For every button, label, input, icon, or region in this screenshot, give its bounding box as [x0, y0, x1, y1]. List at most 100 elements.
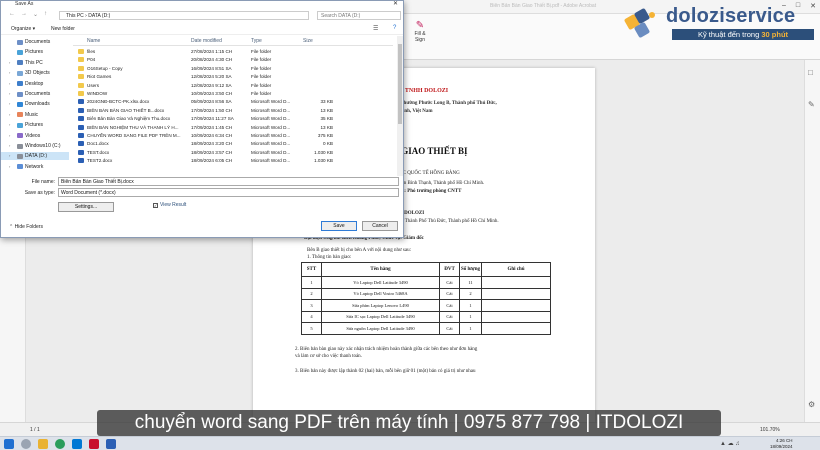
file-row[interactable]: BIÊN BẢN BÀN GIAO THIẾT B...docx 17/09/20…: [73, 107, 393, 115]
expand-chevron-icon[interactable]: ›: [9, 69, 15, 77]
vid-icon: [17, 133, 23, 139]
nav-item-desktop[interactable]: › Desktop: [9, 80, 43, 88]
word-document-icon: [78, 158, 84, 164]
col-header-date[interactable]: Date modified: [191, 38, 222, 44]
page-indicator[interactable]: 1 / 1: [30, 427, 40, 433]
expand-chevron-icon[interactable]: ›: [9, 121, 15, 129]
file-row[interactable]: O16Setup - Copy 16/09/2024 8:51 SA File fo…: [73, 65, 393, 73]
file-row[interactable]: CHUYỂN WORD SANG FILE PDF TRÊN M... 10/09…: [73, 132, 393, 140]
expand-chevron-icon[interactable]: ›: [9, 132, 15, 140]
file-name: Doc1.docx: [87, 141, 109, 147]
nav-item-this-pc[interactable]: › This PC: [9, 59, 43, 67]
nav-item-network[interactable]: › Network: [9, 163, 43, 171]
expand-chevron-icon[interactable]: ›: [9, 152, 15, 160]
table-header-row: STT Tên hàng ĐVT Số lượng Ghi chú: [301, 262, 551, 277]
nav-item-videos[interactable]: › Videos: [9, 132, 40, 140]
expand-chevron-icon[interactable]: ›: [9, 100, 15, 108]
file-date: 18/09/2024 3:57 CH: [191, 149, 233, 155]
file-date: 17/09/2024 11:27 SA: [191, 116, 234, 122]
settings-icon[interactable]: ⚙: [808, 400, 815, 409]
file-name: 2024GNĐ-BCTC-PK.xlsx.docx: [87, 99, 150, 105]
new-folder-button[interactable]: New folder: [51, 26, 75, 32]
nav-item-windows10-c[interactable]: › Windows10 (C:): [9, 142, 61, 150]
file-name: Riot Games: [87, 74, 112, 80]
nav-item-downloads[interactable]: › Downloads: [9, 100, 50, 108]
search-input[interactable]: Search DATA (D:): [317, 11, 401, 20]
file-row[interactable]: Doc1.docx 18/09/2024 3:20 CH Microsoft Wor…: [73, 140, 393, 148]
nav-item-3d-objects[interactable]: › 3D Objects: [9, 69, 50, 77]
file-name-input[interactable]: Biên Bản Bàn Giao Thiết Bị.docx: [58, 177, 399, 186]
file-explorer-icon[interactable]: [38, 439, 48, 449]
file-size: 0 KB: [323, 141, 333, 147]
file-type: Microsoft Word D...: [251, 124, 291, 130]
up-arrow-icon[interactable]: ↑: [44, 11, 47, 17]
nav-item-label: Documents: [25, 91, 51, 97]
expand-chevron-icon[interactable]: ›: [9, 111, 15, 119]
nav-item-documents[interactable]: Documents: [9, 38, 50, 46]
table-cell: [481, 276, 551, 289]
file-date: 18/09/2024 3:20 CH: [191, 141, 233, 147]
edge-icon[interactable]: [72, 439, 82, 449]
col-header-type[interactable]: Type: [251, 38, 262, 44]
search-icon[interactable]: [21, 439, 31, 449]
organize-button[interactable]: Organize ▾: [11, 26, 35, 32]
nav-item-music[interactable]: › Music: [9, 111, 38, 119]
table-cell: [481, 287, 551, 300]
zoom-level[interactable]: 101.70%: [760, 427, 780, 433]
file-row[interactable]: Biên Bản Bàn Giao Và Nghiệm Thu.docx 17/0…: [73, 115, 393, 123]
save-button[interactable]: Save: [321, 221, 357, 231]
nav-item-pictures[interactable]: › Pictures: [9, 121, 43, 129]
fill-sign-button[interactable]: ✎ Fill & Sign: [410, 20, 430, 43]
doc-intro: Bên B giao thiết bị cho bên A với nội du…: [307, 248, 411, 253]
back-arrow-icon[interactable]: ←: [9, 11, 15, 17]
file-row[interactable]: Riot Games 12/08/2024 5:20 SA File folder: [73, 73, 393, 81]
save-type-select[interactable]: Word Document (*.docx): [58, 188, 399, 197]
cancel-button[interactable]: Cancel: [362, 221, 398, 231]
nav-item-documents[interactable]: › Documents: [9, 90, 50, 98]
chrome-icon[interactable]: [55, 439, 65, 449]
col-header-name[interactable]: Name: [87, 38, 100, 44]
taskbar-clock[interactable]: 4:26 CH 18/09/2024: [770, 438, 793, 450]
nav-item-data-d[interactable]: › DATA (D:): [1, 152, 69, 161]
file-row[interactable]: files 27/08/2024 1:15 CH File folder: [73, 48, 393, 56]
file-row[interactable]: P04 20/08/2024 4:30 CH File folder: [73, 56, 393, 64]
file-row[interactable]: TEST.docx 18/09/2024 3:57 CH Microsoft Wor…: [73, 149, 393, 157]
file-row[interactable]: BIÊN BẢN NGHIỆM THU VÀ THANH LÝ H... 17/0…: [73, 124, 393, 132]
help-icon[interactable]: ?: [393, 25, 396, 31]
file-date: 10/09/2024 6:34 CH: [191, 133, 233, 138]
word-taskbar-icon[interactable]: [106, 439, 116, 449]
edit-icon[interactable]: ✎: [808, 100, 815, 109]
col-name: Tên hàng: [321, 262, 440, 277]
forward-arrow-icon[interactable]: →: [21, 11, 27, 17]
col-header-size[interactable]: Size: [303, 38, 313, 44]
system-tray-icons[interactable]: ▲ ☁ ♫: [720, 440, 740, 447]
address-bar[interactable]: This PC › DATA (D:): [59, 11, 309, 20]
file-row[interactable]: 2024GNĐ-BCTC-PK.xlsx.docx 05/09/2024 8:56…: [73, 98, 393, 106]
dialog-close-icon[interactable]: ✕: [393, 0, 398, 7]
expand-chevron-icon[interactable]: ›: [9, 90, 15, 98]
expand-chevron-icon[interactable]: ›: [9, 80, 15, 88]
settings-button[interactable]: Settings...: [58, 202, 114, 212]
desk-icon: [17, 81, 23, 87]
view-result-checkbox[interactable]: ✓ View Result: [153, 202, 186, 208]
nav-item-pictures[interactable]: Pictures: [9, 48, 43, 56]
checkbox-check-icon[interactable]: ✓: [153, 202, 158, 208]
expand-chevron-icon[interactable]: ›: [9, 142, 15, 150]
file-list-scrollbar[interactable]: [397, 36, 403, 176]
word-document-icon: [78, 133, 84, 138]
windows-start-icon[interactable]: [4, 439, 14, 449]
file-row[interactable]: Users 12/08/2024 9:12 SA File folder: [73, 82, 393, 90]
nav-item-label: Windows10 (C:): [25, 143, 61, 149]
hide-folders-toggle[interactable]: ⌃ Hide Folders: [9, 224, 43, 230]
file-date: 05/09/2024 8:56 SA: [191, 99, 232, 105]
file-row[interactable]: TEST2.docx 18/09/2024 6:05 CH Microsoft Wo…: [73, 157, 393, 165]
file-row[interactable]: WINDOW 10/09/2024 3:50 CH File folder: [73, 90, 393, 98]
pics-icon: [17, 49, 23, 55]
comment-icon[interactable]: □: [808, 68, 813, 77]
acrobat-taskbar-icon[interactable]: [89, 439, 99, 449]
view-options-icon[interactable]: ☰: [373, 25, 378, 32]
scrollbar-thumb[interactable]: [398, 44, 402, 124]
expand-chevron-icon[interactable]: ›: [9, 59, 15, 67]
expand-chevron-icon[interactable]: ›: [9, 163, 15, 171]
recent-chevron-icon[interactable]: ⌄: [33, 11, 38, 18]
